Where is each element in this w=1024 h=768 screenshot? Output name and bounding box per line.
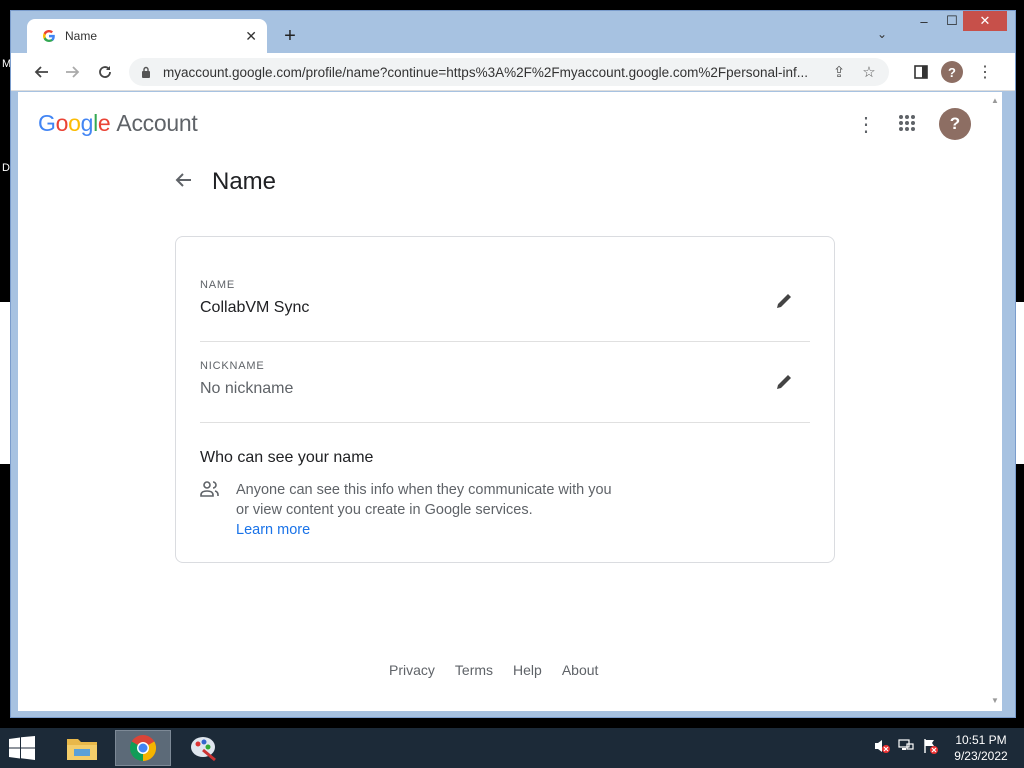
- network-icon[interactable]: [898, 738, 914, 757]
- divider: [200, 341, 810, 342]
- bookmark-star-icon[interactable]: ☆: [859, 63, 879, 81]
- divider: [200, 422, 810, 423]
- close-window-button[interactable]: ✕: [963, 11, 1007, 31]
- name-label: NAME: [200, 279, 235, 291]
- people-icon: [200, 480, 220, 498]
- url-text[interactable]: myaccount.google.com/profile/name?contin…: [163, 65, 819, 80]
- browser-tab[interactable]: Name ✕: [27, 19, 267, 53]
- name-row[interactable]: NAME CollabVM Sync: [200, 279, 810, 317]
- learn-more-link[interactable]: Learn more: [236, 520, 616, 540]
- address-bar[interactable]: myaccount.google.com/profile/name?contin…: [129, 58, 889, 86]
- system-clock[interactable]: 10:51 PM 9/23/2022: [948, 732, 1014, 764]
- close-tab-icon[interactable]: ✕: [245, 28, 257, 45]
- browser-menu-icon[interactable]: ⋮: [973, 60, 997, 84]
- reload-icon[interactable]: [93, 60, 117, 84]
- lock-icon[interactable]: [141, 66, 153, 78]
- browser-toolbar: myaccount.google.com/profile/name?contin…: [11, 53, 1015, 91]
- who-can-see-description: Anyone can see this info when they commu…: [236, 480, 616, 540]
- side-panel-icon[interactable]: [909, 60, 933, 84]
- footer-terms-link[interactable]: Terms: [455, 662, 493, 678]
- tab-title: Name: [65, 29, 98, 43]
- page-heading: Name: [174, 168, 276, 196]
- action-center-flag-icon[interactable]: [922, 738, 938, 757]
- google-account-logo[interactable]: Google Account: [38, 110, 198, 137]
- page-footer: Privacy Terms Help About: [389, 662, 598, 678]
- clock-date: 9/23/2022: [954, 749, 1008, 763]
- nickname-label: NICKNAME: [200, 360, 265, 372]
- apps-grid-icon[interactable]: [898, 114, 916, 138]
- nickname-value: No nickname: [200, 380, 294, 397]
- clock-time: 10:51 PM: [955, 733, 1007, 747]
- paint-icon[interactable]: [176, 730, 232, 766]
- name-value: CollabVM Sync: [200, 299, 310, 316]
- edit-nickname-pencil-icon[interactable]: [774, 372, 798, 396]
- scroll-down-icon[interactable]: ▼: [991, 696, 999, 705]
- scroll-up-icon[interactable]: ▲: [991, 96, 999, 105]
- back-icon[interactable]: [29, 60, 53, 84]
- footer-help-link[interactable]: Help: [513, 662, 542, 678]
- share-icon[interactable]: ⇪: [829, 63, 849, 81]
- title-bar: Name ✕ + ⌄ – ☐ ✕: [11, 11, 1015, 53]
- back-arrow-icon[interactable]: [174, 169, 202, 195]
- new-tab-button[interactable]: +: [279, 25, 301, 47]
- chrome-icon[interactable]: [115, 730, 171, 766]
- google-account-header: Google Account ⋮ ?: [18, 92, 988, 156]
- minimize-button[interactable]: –: [909, 11, 939, 31]
- page-content: Google Account ⋮ ? Name NAME CollabVM Syn…: [18, 92, 988, 711]
- name-card: NAME CollabVM Sync NICKNAME No nickname …: [175, 236, 835, 563]
- footer-about-link[interactable]: About: [562, 662, 599, 678]
- browser-window: Name ✕ + ⌄ – ☐ ✕ myaccount.google.com/pr…: [10, 10, 1016, 718]
- file-explorer-icon[interactable]: [54, 730, 110, 766]
- profile-avatar-small[interactable]: ?: [941, 61, 963, 83]
- page-scrollbar[interactable]: ▲ ▼: [988, 92, 1002, 711]
- account-avatar[interactable]: ?: [939, 108, 971, 140]
- desktop-background: [1016, 302, 1024, 464]
- who-can-see-title: Who can see your name: [200, 449, 374, 466]
- desktop-background-left: [0, 302, 10, 464]
- page-title: Name: [212, 168, 277, 195]
- forward-icon[interactable]: [61, 60, 85, 84]
- desktop-icon-label: D: [2, 162, 10, 174]
- edit-name-pencil-icon[interactable]: [774, 291, 798, 315]
- taskbar: 10:51 PM 9/23/2022: [0, 728, 1024, 768]
- start-button-windows-icon[interactable]: [8, 736, 38, 762]
- nickname-row[interactable]: NICKNAME No nickname: [200, 360, 810, 398]
- more-options-icon[interactable]: ⋮: [856, 112, 876, 137]
- footer-privacy-link[interactable]: Privacy: [389, 662, 435, 678]
- volume-muted-icon[interactable]: [874, 738, 890, 757]
- google-g-icon: [41, 28, 57, 44]
- tab-search-chevron-icon[interactable]: ⌄: [877, 27, 887, 41]
